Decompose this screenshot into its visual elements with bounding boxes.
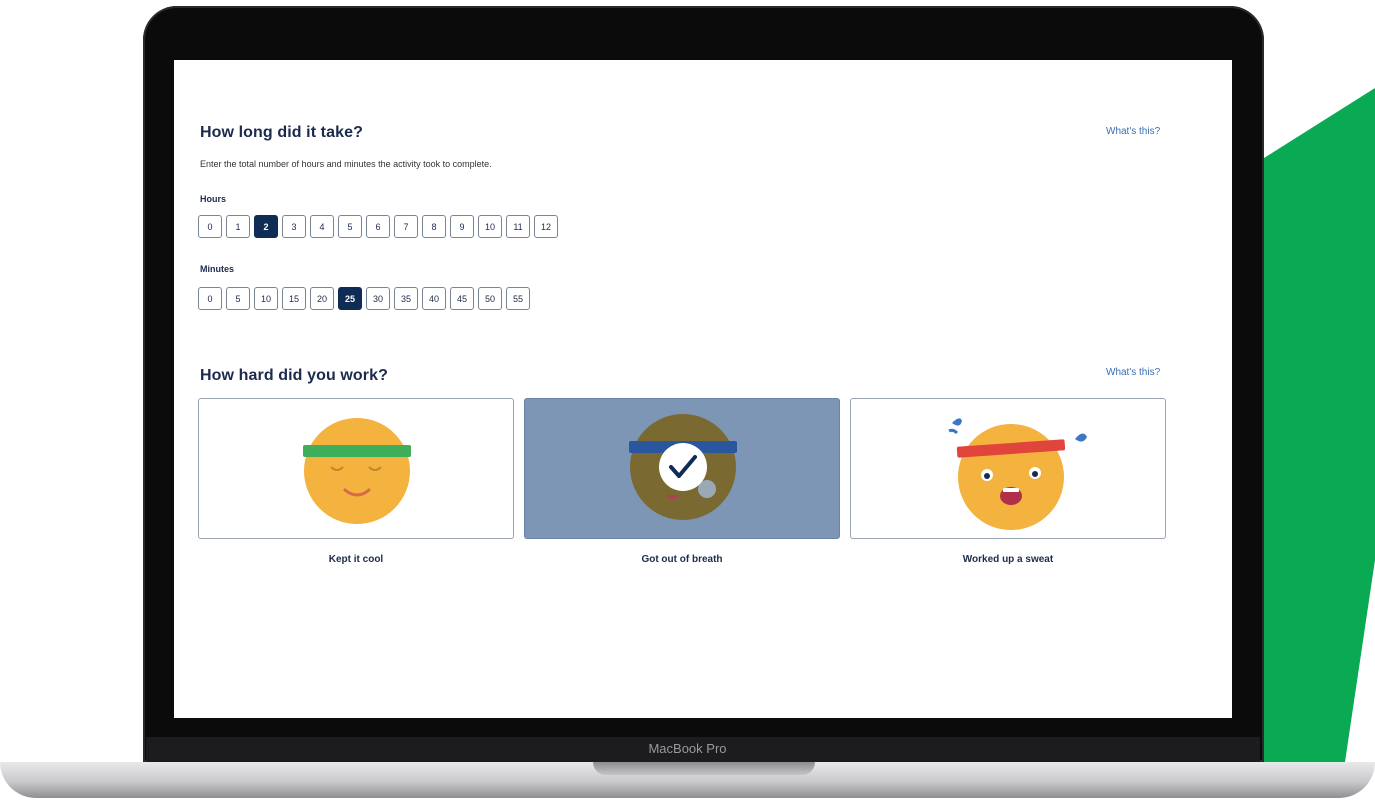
effort-option-kept-it-cool[interactable]	[198, 398, 514, 539]
duration-heading: How long did it take?	[200, 124, 363, 141]
hours-option-11[interactable]: 11	[506, 215, 530, 238]
calm-face-icon	[303, 418, 411, 524]
minutes-option-5[interactable]: 5	[226, 287, 250, 310]
hours-option-7[interactable]: 7	[394, 215, 418, 238]
hours-option-12[interactable]: 12	[534, 215, 558, 238]
effort-option-label: Worked up a sweat	[962, 554, 1054, 565]
hours-option-8[interactable]: 8	[422, 215, 446, 238]
hours-option-0[interactable]: 0	[198, 215, 222, 238]
hours-option-1[interactable]: 1	[226, 215, 250, 238]
effort-option-worked-up-a-sweat[interactable]	[850, 398, 1166, 539]
minutes-option-20[interactable]: 20	[310, 287, 334, 310]
minutes-option-40[interactable]: 40	[422, 287, 446, 310]
minutes-label: Minutes	[200, 264, 235, 274]
effort-option-label: Kept it cool	[328, 554, 384, 565]
hours-option-6[interactable]: 6	[366, 215, 390, 238]
hours-option-2[interactable]: 2	[254, 215, 278, 238]
duration-description: Enter the total number of hours and minu…	[200, 159, 492, 169]
hours-option-10[interactable]: 10	[478, 215, 502, 238]
hours-option-3[interactable]: 3	[282, 215, 306, 238]
breathless-face-icon	[629, 414, 737, 520]
minutes-option-10[interactable]: 10	[254, 287, 278, 310]
effort-option-got-out-of-breath[interactable]	[524, 398, 840, 539]
minutes-selector: 0 5 10 15 20 25 30 35 40 45 50 55	[198, 287, 530, 310]
minutes-option-30[interactable]: 30	[366, 287, 390, 310]
duration-help-link[interactable]: What's this?	[1106, 126, 1160, 137]
app-screen: How long did it take? What's this? Enter…	[174, 60, 1232, 718]
hours-option-5[interactable]: 5	[338, 215, 362, 238]
hours-label: Hours	[200, 194, 227, 204]
hours-selector: 0 1 2 3 4 5 6 7 8 9 10 11 12	[198, 215, 558, 238]
hours-option-9[interactable]: 9	[450, 215, 474, 238]
minutes-option-45[interactable]: 45	[450, 287, 474, 310]
minutes-option-15[interactable]: 15	[282, 287, 306, 310]
minutes-option-0[interactable]: 0	[198, 287, 222, 310]
effort-options: Kept it cool Got out of breath Worked up…	[198, 398, 1168, 568]
effort-option-label: Got out of breath	[641, 554, 723, 565]
effort-heading: How hard did you work?	[200, 367, 388, 384]
minutes-option-50[interactable]: 50	[478, 287, 502, 310]
minutes-option-35[interactable]: 35	[394, 287, 418, 310]
minutes-option-25[interactable]: 25	[338, 287, 362, 310]
effort-help-link[interactable]: What's this?	[1106, 367, 1160, 378]
minutes-option-55[interactable]: 55	[506, 287, 530, 310]
laptop-notch	[593, 762, 815, 775]
check-icon	[659, 443, 707, 491]
hours-option-4[interactable]: 4	[310, 215, 334, 238]
sweating-face-icon	[948, 418, 1087, 530]
laptop-model-label: MacBook Pro	[648, 741, 727, 756]
